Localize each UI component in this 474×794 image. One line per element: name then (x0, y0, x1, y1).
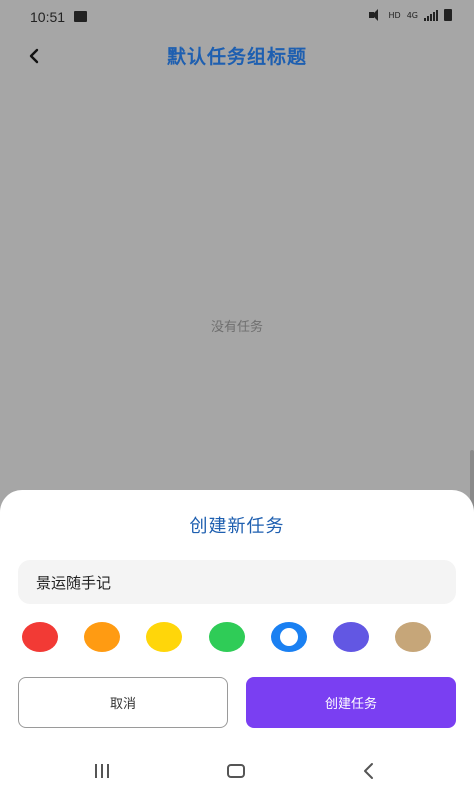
status-time: 10:51 (30, 9, 66, 25)
page-title: 默认任务组标题 (166, 46, 307, 68)
color-swatch-green[interactable] (209, 622, 245, 652)
color-swatch-yellow[interactable] (146, 622, 182, 652)
status-icons: HD 4G (368, 9, 452, 21)
color-swatch-tan[interactable] (395, 622, 431, 652)
color-swatch-indigo[interactable] (333, 622, 369, 652)
color-picker (22, 622, 454, 656)
cancel-button[interactable]: 取消 (18, 677, 228, 728)
status-bar: 10:51 HD 4G (0, 0, 474, 34)
color-swatch-orange[interactable] (84, 622, 120, 652)
hd-indicator: HD (388, 10, 401, 20)
sheet-title: 创建新任务 (189, 516, 285, 537)
mute-icon (368, 9, 383, 21)
signal-icon (424, 9, 438, 21)
home-icon[interactable] (227, 764, 245, 778)
task-name-input[interactable] (18, 560, 456, 604)
color-swatch-blue[interactable] (271, 622, 307, 652)
back-icon[interactable] (362, 762, 376, 780)
create-task-button[interactable]: 创建任务 (246, 677, 456, 728)
system-nav-bar (0, 752, 474, 794)
network-type: 4G (406, 10, 418, 20)
empty-state-text: 没有任务 (210, 320, 263, 335)
battery-icon (444, 9, 452, 21)
recents-icon[interactable] (95, 764, 109, 778)
image-icon (74, 11, 87, 22)
create-task-sheet: 创建新任务 取消 创建任务 (0, 490, 474, 794)
app-header: 默认任务组标题 (0, 34, 474, 78)
color-swatch-red[interactable] (22, 622, 58, 652)
